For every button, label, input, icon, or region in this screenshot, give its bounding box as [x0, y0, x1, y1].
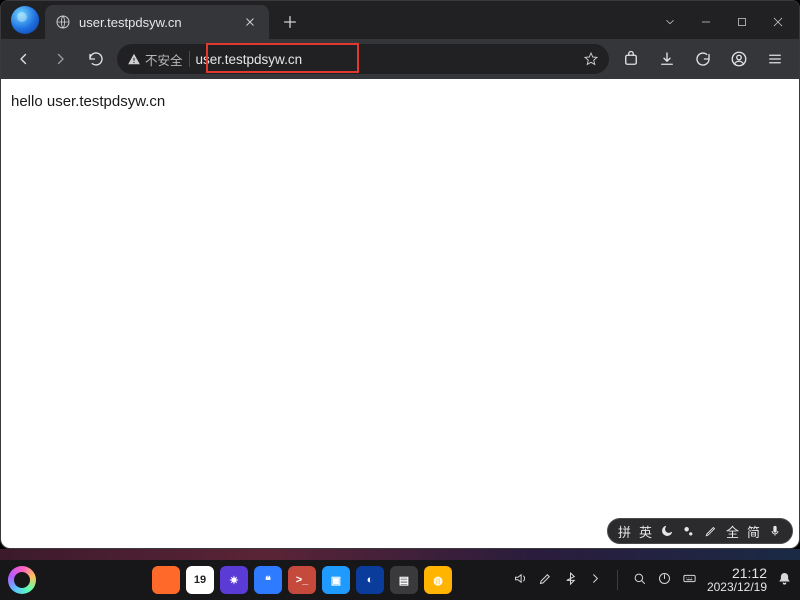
tab-strip: user.testpdsyw.cn [1, 1, 799, 39]
page-body-text: hello user.testpdsyw.cn [11, 93, 165, 110]
window-maximize-button[interactable] [725, 9, 759, 35]
window-minimize-button[interactable] [689, 9, 723, 35]
taskbar-app-guard[interactable]: ▣ [322, 566, 350, 594]
history-button[interactable] [687, 44, 719, 74]
ime-mode-pinyin[interactable]: 拼 [618, 522, 631, 541]
window-close-button[interactable] [761, 9, 795, 35]
globe-icon [55, 14, 71, 30]
clock-time: 21:12 [707, 566, 767, 581]
brush-icon[interactable] [538, 571, 553, 589]
new-tab-button[interactable] [275, 7, 305, 37]
back-button[interactable] [9, 44, 39, 74]
warning-icon [127, 52, 141, 66]
system-tray: 21:12 2023/12/19 [513, 566, 792, 593]
active-tab[interactable]: user.testpdsyw.cn [45, 5, 269, 39]
pen-icon[interactable] [704, 524, 718, 538]
power-icon[interactable] [657, 571, 672, 589]
bluetooth-icon[interactable] [563, 571, 578, 589]
ime-width-full[interactable]: 全 [726, 522, 739, 541]
taskbar-pinned-apps: 19✷❝>_▣◐▤◍ [152, 566, 452, 594]
taskbar-clock[interactable]: 21:12 2023/12/19 [707, 566, 767, 593]
page-viewport[interactable]: hello user.testpdsyw.cn 拼 英 全 简 [1, 79, 799, 548]
ime-charset-simplified[interactable]: 简 [747, 522, 760, 541]
moon-icon[interactable] [660, 524, 674, 538]
clock-date: 2023/12/19 [707, 581, 767, 594]
punctuation-icon[interactable] [682, 524, 696, 538]
bookmark-button[interactable] [581, 51, 601, 67]
start-button[interactable] [8, 566, 36, 594]
keyboard-icon[interactable] [682, 571, 697, 589]
taskbar-app-panel[interactable]: ▤ [390, 566, 418, 594]
desktop-wallpaper-strip [0, 549, 800, 560]
profile-button[interactable] [723, 44, 755, 74]
taskbar-app-disc[interactable]: ◍ [424, 566, 452, 594]
extensions-button[interactable] [615, 44, 647, 74]
taskbar-app-calendar[interactable]: 19 [186, 566, 214, 594]
browser-app-icon [11, 6, 39, 34]
taskbar-app-notes[interactable]: ❝ [254, 566, 282, 594]
tab-title: user.testpdsyw.cn [79, 15, 233, 30]
omnibox-divider [189, 51, 190, 67]
address-bar[interactable]: 不安全 user.testpdsyw.cn [117, 44, 609, 74]
menu-button[interactable] [759, 44, 791, 74]
window-controls [653, 9, 795, 35]
reload-button[interactable] [81, 44, 111, 74]
tray-expand-icon[interactable] [588, 571, 603, 589]
mic-icon[interactable] [768, 524, 782, 538]
taskbar-app-terminal[interactable]: >_ [288, 566, 316, 594]
forward-button[interactable] [45, 44, 75, 74]
search-icon[interactable] [632, 571, 647, 589]
taskbar-app-browser[interactable]: ◐ [356, 566, 384, 594]
taskbar: 19✷❝>_▣◐▤◍ 21:12 2023/12/19 [0, 560, 800, 600]
security-indicator[interactable]: 不安全 [127, 50, 183, 69]
taskbar-app-store[interactable] [152, 566, 180, 594]
window-dropdown-button[interactable] [653, 9, 687, 35]
security-label: 不安全 [145, 50, 183, 69]
volume-icon[interactable] [513, 571, 528, 589]
ime-mode-english[interactable]: 英 [639, 522, 652, 541]
tray-separator [617, 570, 618, 590]
downloads-button[interactable] [651, 44, 683, 74]
tab-close-button[interactable] [241, 13, 259, 31]
notifications-icon[interactable] [777, 571, 792, 589]
toolbar-actions [615, 44, 791, 74]
browser-window: user.testpdsyw.cn [0, 0, 800, 549]
browser-toolbar: 不安全 user.testpdsyw.cn [1, 39, 799, 79]
taskbar-app-settings[interactable]: ✷ [220, 566, 248, 594]
ime-toolbar[interactable]: 拼 英 全 简 [607, 518, 793, 544]
url-text[interactable]: user.testpdsyw.cn [196, 52, 575, 67]
